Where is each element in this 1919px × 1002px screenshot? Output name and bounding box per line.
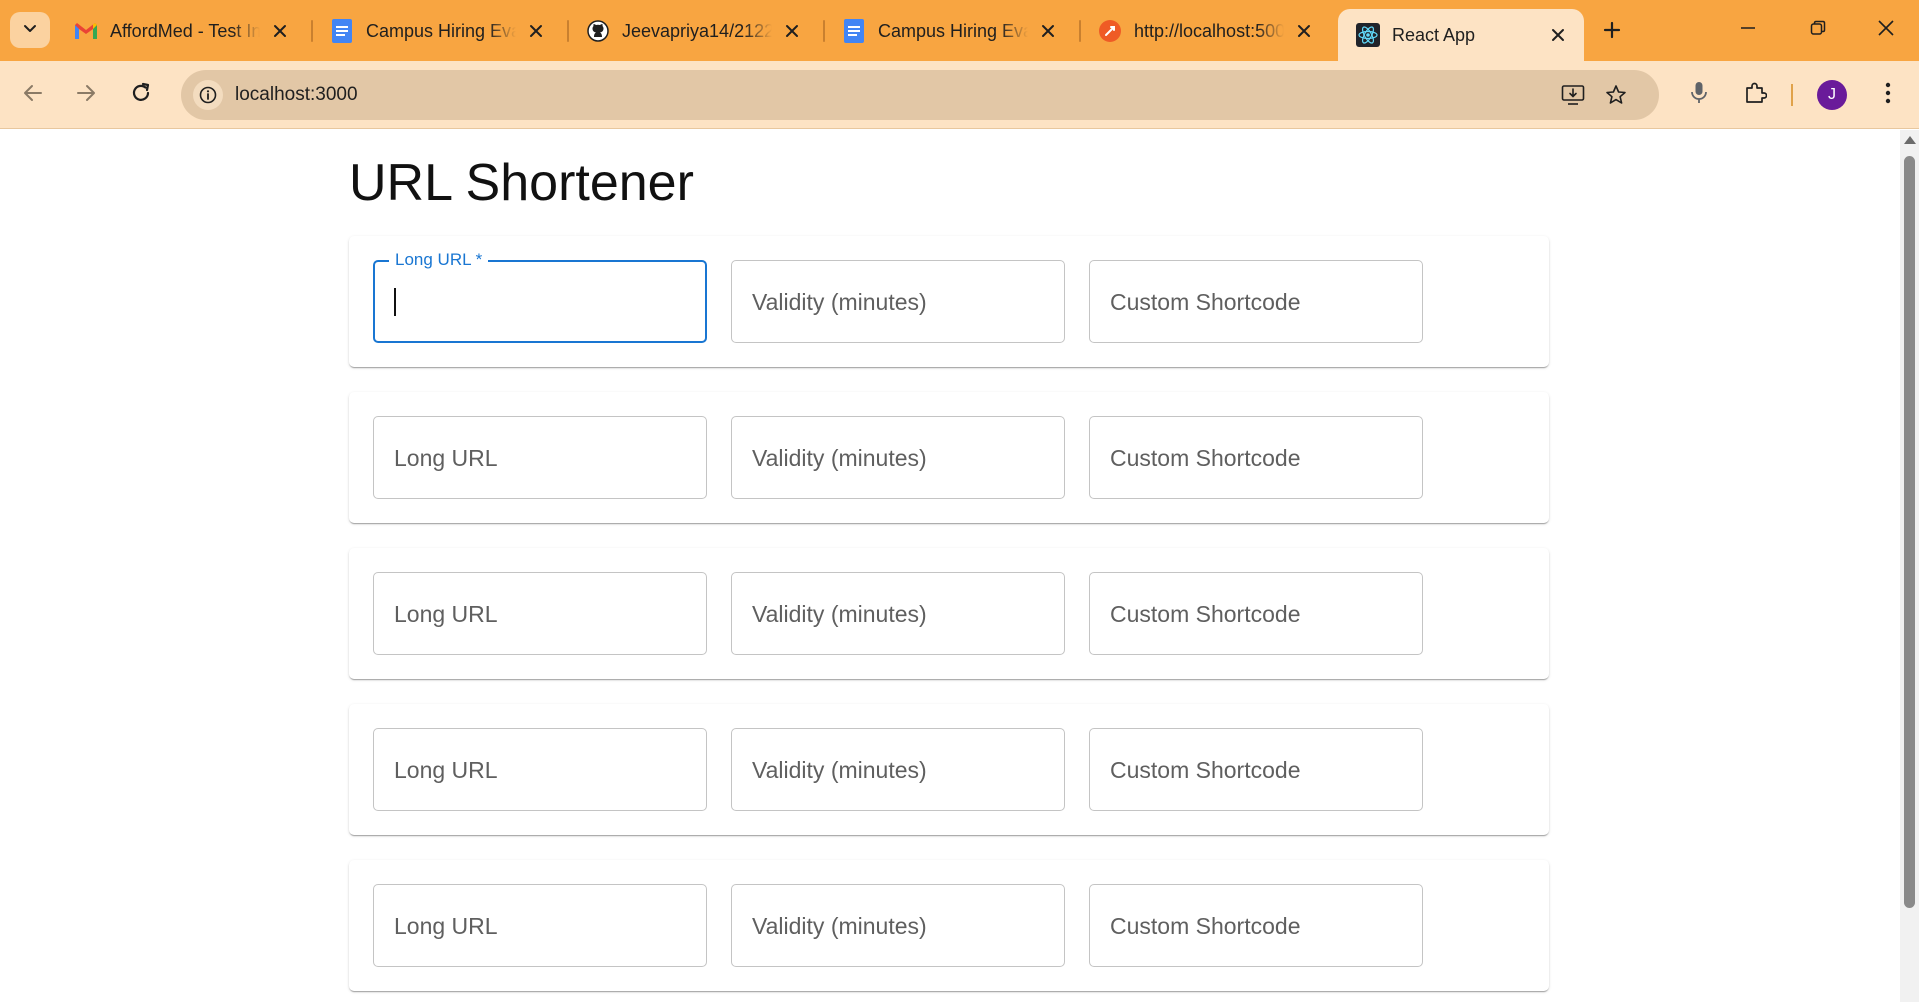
- close-icon[interactable]: [1292, 19, 1316, 43]
- browser-menu-button[interactable]: [1870, 77, 1906, 113]
- tab-campus-hiring-2[interactable]: Campus Hiring Eva: [824, 9, 1074, 53]
- restore-icon: [1810, 20, 1826, 41]
- validity-placeholder: Validity (minutes): [752, 601, 927, 627]
- extensions-button[interactable]: [1737, 77, 1773, 113]
- page-viewport: URL Shortener Long URL * Validity (minut…: [0, 130, 1900, 1002]
- close-icon[interactable]: [524, 19, 548, 43]
- long-url-input[interactable]: Long URL: [373, 728, 707, 811]
- tab-github[interactable]: Jeevapriya14/2122: [568, 9, 818, 53]
- more-vertical-icon: [1885, 82, 1891, 109]
- scroll-up-arrow-icon[interactable]: [1904, 136, 1916, 144]
- tab-campus-hiring-1[interactable]: Campus Hiring Eva: [312, 9, 562, 53]
- long-url-placeholder: Long URL: [394, 757, 498, 783]
- chevron-down-icon: [22, 20, 38, 41]
- long-url-placeholder: Long URL: [394, 445, 498, 471]
- shortcode-input[interactable]: Custom Shortcode: [1089, 572, 1423, 655]
- postman-icon: [1098, 19, 1122, 43]
- validity-input[interactable]: Validity (minutes): [731, 416, 1065, 499]
- long-url-input[interactable]: Long URL: [373, 416, 707, 499]
- shortcode-input[interactable]: Custom Shortcode: [1089, 728, 1423, 811]
- tab-react-app[interactable]: React App: [1338, 9, 1584, 61]
- long-url-label: Long URL *: [389, 250, 489, 270]
- reload-icon: [130, 82, 152, 109]
- validity-input[interactable]: Validity (minutes): [731, 728, 1065, 811]
- shortcode-placeholder: Custom Shortcode: [1110, 289, 1301, 315]
- close-icon: [1877, 19, 1895, 42]
- tab-title: AffordMed - Test In: [110, 20, 260, 41]
- tab-strip: AffordMed - Test In Campus Hiring Eva Je…: [0, 0, 1919, 61]
- reload-button[interactable]: [123, 77, 159, 113]
- url-form-card: Long URL * Validity (minutes) Custom Sho…: [349, 236, 1549, 367]
- validity-placeholder: Validity (minutes): [752, 913, 927, 939]
- close-icon[interactable]: [268, 19, 292, 43]
- minimize-icon: [1740, 20, 1756, 41]
- tab-title: Jeevapriya14/2122: [622, 20, 772, 41]
- url-form-card: Long URL Validity (minutes) Custom Short…: [349, 548, 1549, 679]
- tab-title: Campus Hiring Eva: [366, 20, 516, 41]
- new-tab-button[interactable]: [1594, 14, 1630, 50]
- validity-placeholder: Validity (minutes): [752, 757, 927, 783]
- close-icon[interactable]: [780, 19, 804, 43]
- address-url: localhost:3000: [235, 84, 358, 105]
- tab-search-button[interactable]: [10, 12, 50, 48]
- back-button[interactable]: [15, 77, 51, 113]
- react-icon: [1356, 23, 1380, 47]
- long-url-placeholder: Long URL: [394, 601, 498, 627]
- plus-icon: [1603, 21, 1621, 44]
- page-scrollbar[interactable]: [1900, 130, 1919, 1002]
- validity-placeholder: Validity (minutes): [752, 289, 927, 315]
- tab-affordmed[interactable]: AffordMed - Test In: [56, 9, 306, 53]
- github-icon: [586, 19, 610, 43]
- tab-localhost-500[interactable]: http://localhost:500: [1080, 9, 1330, 53]
- url-form-card: Long URL Validity (minutes) Custom Short…: [349, 704, 1549, 835]
- url-form-card: Long URL Validity (minutes) Custom Short…: [349, 860, 1549, 991]
- shortcode-input[interactable]: Custom Shortcode: [1089, 260, 1423, 343]
- arrow-left-icon: [22, 82, 44, 109]
- page-title: URL Shortener: [349, 154, 694, 212]
- long-url-placeholder: Long URL: [394, 913, 498, 939]
- scrollbar-thumb[interactable]: [1904, 156, 1915, 908]
- tab-title: React App: [1392, 24, 1476, 45]
- restore-button[interactable]: [1783, 0, 1853, 60]
- validity-input[interactable]: Validity (minutes): [731, 884, 1065, 967]
- validity-input[interactable]: Validity (minutes): [731, 260, 1065, 343]
- close-icon[interactable]: [1036, 19, 1060, 43]
- close-window-button[interactable]: [1851, 0, 1919, 60]
- long-url-input[interactable]: Long URL: [373, 884, 707, 967]
- install-app-icon[interactable]: [1559, 81, 1587, 109]
- long-url-input[interactable]: Long URL: [373, 572, 707, 655]
- address-bar[interactable]: localhost:3000: [181, 70, 1659, 120]
- site-info-icon[interactable]: [193, 80, 223, 110]
- close-icon[interactable]: [1546, 23, 1570, 47]
- minimize-button[interactable]: [1713, 0, 1783, 60]
- forward-button[interactable]: [68, 77, 104, 113]
- browser-toolbar: localhost:3000: [0, 61, 1919, 129]
- google-docs-icon: [842, 19, 866, 43]
- shortcode-placeholder: Custom Shortcode: [1110, 445, 1301, 471]
- url-form-card: Long URL Validity (minutes) Custom Short…: [349, 392, 1549, 523]
- shortcode-input[interactable]: Custom Shortcode: [1089, 884, 1423, 967]
- validity-input[interactable]: Validity (minutes): [731, 572, 1065, 655]
- puzzle-icon: [1743, 81, 1768, 110]
- text-caret: [394, 288, 396, 316]
- voice-search-button[interactable]: [1681, 77, 1717, 113]
- profile-avatar[interactable]: J: [1817, 80, 1847, 110]
- tab-title: http://localhost:500: [1134, 20, 1284, 41]
- long-url-input[interactable]: Long URL *: [373, 250, 707, 343]
- shortcode-placeholder: Custom Shortcode: [1110, 601, 1301, 627]
- shortcode-placeholder: Custom Shortcode: [1110, 757, 1301, 783]
- bookmark-star-icon[interactable]: [1602, 81, 1630, 109]
- google-docs-icon: [330, 19, 354, 43]
- tab-title: Campus Hiring Eva: [878, 20, 1028, 41]
- toolbar-divider: [1791, 84, 1793, 106]
- validity-placeholder: Validity (minutes): [752, 445, 927, 471]
- arrow-right-icon: [75, 82, 97, 109]
- shortcode-input[interactable]: Custom Shortcode: [1089, 416, 1423, 499]
- gmail-icon: [74, 19, 98, 43]
- shortcode-placeholder: Custom Shortcode: [1110, 913, 1301, 939]
- microphone-icon: [1690, 81, 1708, 110]
